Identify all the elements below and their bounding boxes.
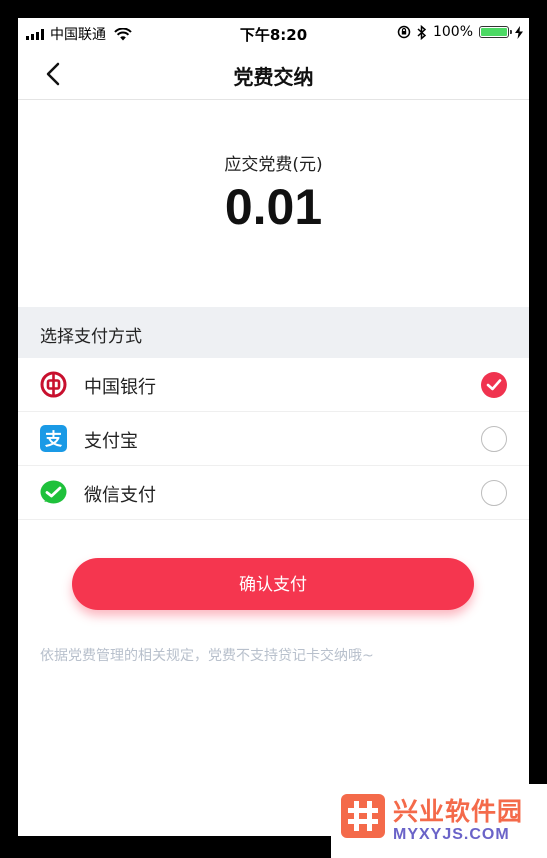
payment-label: 中国银行 xyxy=(84,377,156,398)
watermark-logo-icon xyxy=(341,794,385,838)
battery-percent: 100% xyxy=(432,24,473,40)
payment-section-title: 选择支付方式 xyxy=(40,327,142,347)
wechat-pay-icon xyxy=(40,480,67,504)
svg-text:支: 支 xyxy=(45,429,63,450)
radio-unchecked[interactable] xyxy=(481,480,507,506)
payment-label: 支付宝 xyxy=(84,431,138,452)
radio-checked[interactable] xyxy=(481,372,507,398)
check-icon xyxy=(486,379,502,391)
rotation-lock-icon xyxy=(397,25,411,39)
payment-label: 微信支付 xyxy=(84,485,156,506)
bank-of-china-icon xyxy=(40,371,67,398)
watermark-subtitle: MYXYJS.COM xyxy=(393,826,510,843)
status-bar: 中国联通 下午8:20 100% xyxy=(18,18,529,48)
page-title: 党费交纳 xyxy=(233,65,314,89)
payment-section-header: 选择支付方式 xyxy=(18,307,529,358)
alipay-icon: 支 xyxy=(40,425,67,452)
watermark: 兴业软件园 MYXYJS.COM xyxy=(331,784,547,858)
confirm-pay-button[interactable]: 确认支付 xyxy=(72,558,474,610)
status-right: 100% xyxy=(397,24,523,40)
charging-icon xyxy=(515,25,523,39)
watermark-title: 兴业软件园 xyxy=(393,797,524,826)
radio-unchecked[interactable] xyxy=(481,426,507,452)
amount-label: 应交党费(元) xyxy=(224,155,323,175)
payment-option-boc[interactable]: 中国银行 xyxy=(18,358,529,412)
nav-bar: 党费交纳 xyxy=(18,48,529,100)
amount-value: 0.01 xyxy=(224,179,323,235)
payment-option-wechat[interactable]: 微信支付 xyxy=(18,466,529,520)
phone-screen: 中国联通 下午8:20 100% 党费交纳 应交党费(元) 0.01 选择支付方… xyxy=(18,18,529,836)
payment-option-alipay[interactable]: 支 支付宝 xyxy=(18,412,529,466)
bluetooth-icon xyxy=(417,24,427,40)
battery-icon xyxy=(479,26,512,38)
payment-notice: 依据党费管理的相关规定，党费不支持贷记卡交纳哦~ xyxy=(40,648,374,664)
